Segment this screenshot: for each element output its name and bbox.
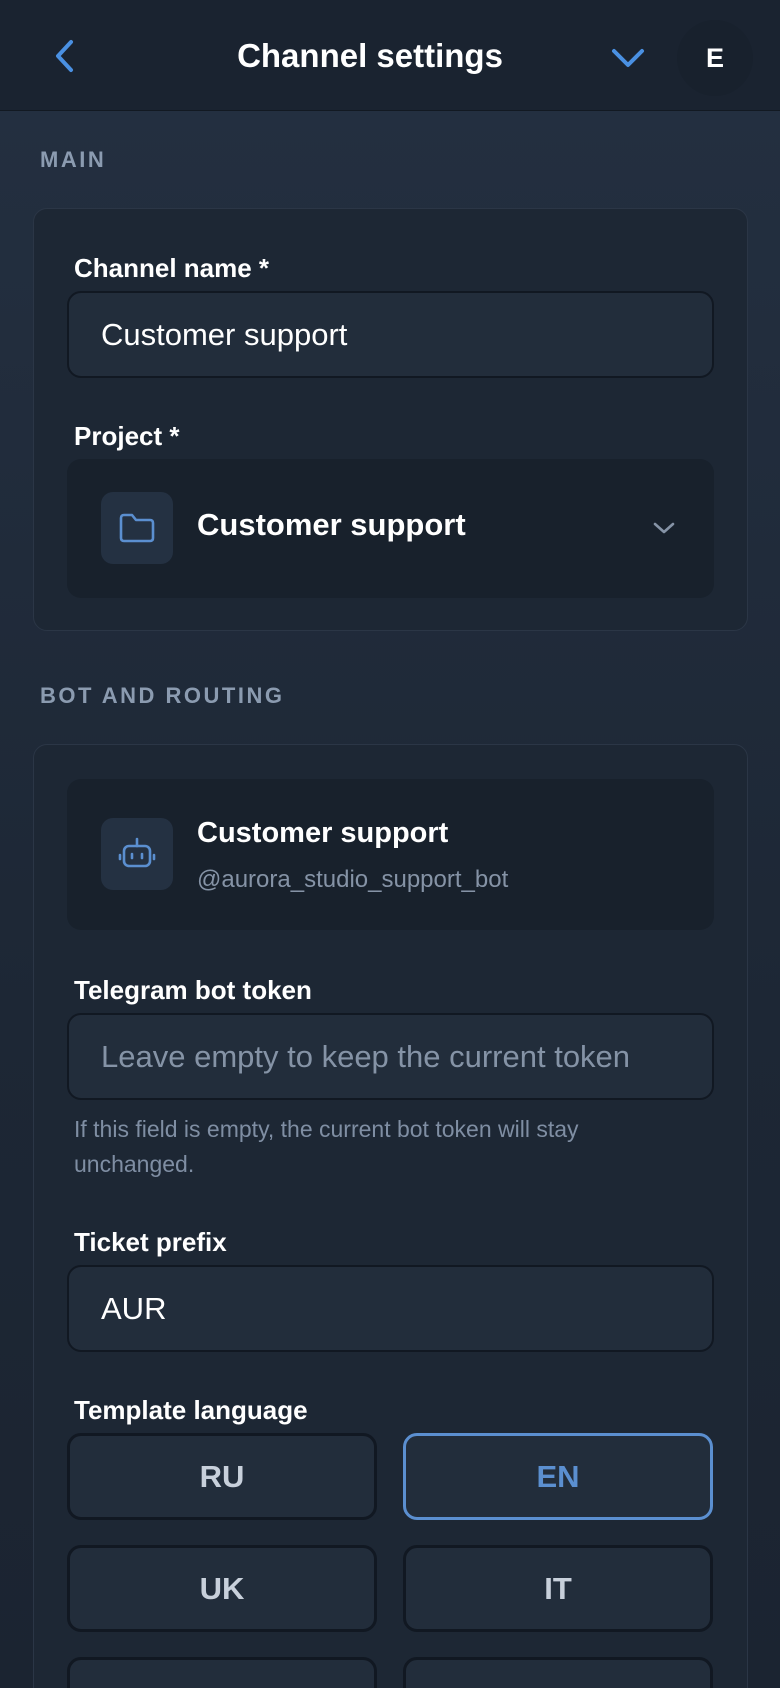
avatar[interactable]: E xyxy=(677,20,753,96)
channel-name-input[interactable]: Customer support xyxy=(67,291,714,378)
ticket-prefix-label: Ticket prefix xyxy=(74,1227,227,1257)
select-chevron xyxy=(649,513,679,543)
language-option-more-1[interactable] xyxy=(67,1657,377,1688)
chevron-down-icon xyxy=(612,49,644,67)
language-option-more-2[interactable] xyxy=(403,1657,713,1688)
bot-token-hint: If this field is empty, the current bot … xyxy=(74,1116,579,1177)
folder-icon xyxy=(119,513,155,543)
channel-name-label: Channel name * xyxy=(74,253,270,283)
language-option-it[interactable]: IT xyxy=(403,1545,713,1632)
robot-icon xyxy=(118,837,156,868)
bot-token-label: Telegram bot token xyxy=(74,975,312,1005)
chevron-down-icon xyxy=(653,522,675,534)
project-select[interactable]: Customer support xyxy=(67,459,714,598)
project-label: Project * xyxy=(74,421,180,451)
language-option-ru[interactable]: RU xyxy=(67,1433,377,1520)
bot-token-input[interactable]: Leave empty to keep the current token xyxy=(67,1013,714,1100)
project-select-value: Customer support xyxy=(197,507,466,542)
ticket-prefix-input[interactable]: AUR xyxy=(67,1265,714,1352)
top-bar: Channel settings E xyxy=(0,0,780,111)
section-label-main: MAIN xyxy=(40,147,107,172)
collapse-button[interactable] xyxy=(608,38,648,78)
template-language-label: Template language xyxy=(74,1395,308,1425)
language-option-uk[interactable]: UK xyxy=(67,1545,377,1632)
project-icon-tile xyxy=(101,492,173,564)
bot-name: Customer support xyxy=(197,817,449,849)
section-label-bot: BOT AND ROUTING xyxy=(40,683,285,708)
bot-info: Customer support @aurora_studio_support_… xyxy=(67,779,714,930)
bot-handle: @aurora_studio_support_bot xyxy=(197,866,509,893)
language-option-en[interactable]: EN xyxy=(403,1433,713,1520)
bot-icon-tile xyxy=(101,818,173,890)
